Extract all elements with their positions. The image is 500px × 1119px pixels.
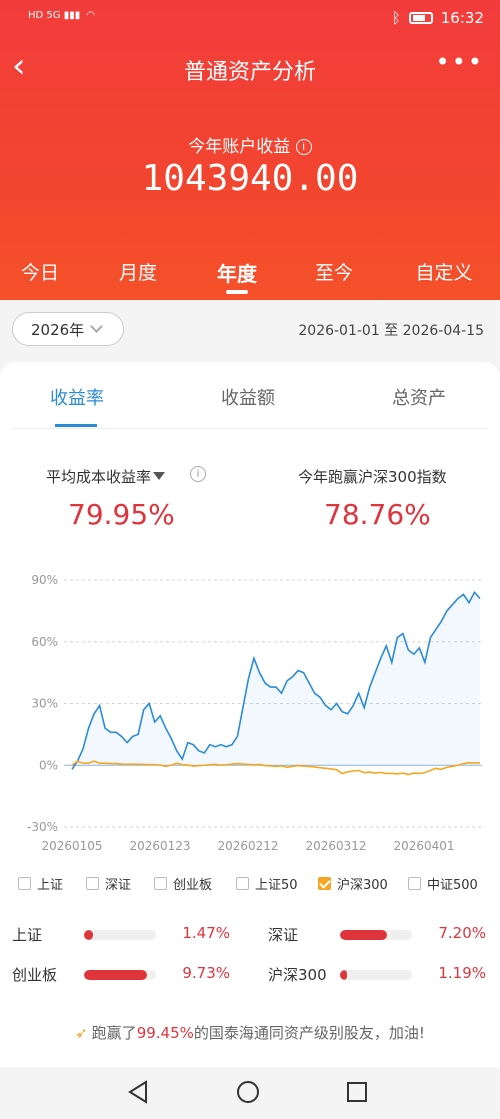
legend-item[interactable]: 深证 [86, 874, 131, 893]
tab-yearly[interactable]: 年度 [217, 258, 257, 287]
progress-fill [84, 930, 93, 940]
chevron-down-icon [90, 320, 104, 333]
checkbox-icon[interactable] [408, 877, 421, 890]
progress-bar [340, 930, 412, 940]
system-nav-bar [0, 1067, 500, 1119]
avg-cost-return-value: 79.95% [68, 498, 175, 531]
metric-tabs: 收益率 收益额 总资产 [0, 376, 500, 430]
more-button[interactable]: ••• [436, 48, 484, 76]
checkbox-icon[interactable] [86, 877, 99, 890]
return-chart: 90% 60% 30% 0% -30% 20260105 20260123 20260212 2… [27, 573, 482, 853]
index-name: 上证 [12, 926, 43, 944]
index-return-value: 7.20% [438, 924, 486, 942]
index-compare-row: 上证 1.47% [12, 924, 232, 946]
avg-cost-return-label[interactable]: 平均成本收益率 [46, 466, 166, 487]
footer-message: ➶ 跑赢了99.45%的国泰海通同资产级别股友，加油! [75, 1024, 425, 1042]
runner-icon: ➶ [75, 1024, 88, 1042]
signal-icon: HD 5G ▮▮▮ [28, 10, 81, 21]
y-tick-label: 30% [31, 697, 58, 711]
progress-bar [84, 970, 156, 980]
status-bar: HD 5G ▮▮▮ ◠ ᛒ 16:32 [0, 0, 500, 38]
bluetooth-icon: ᛒ [391, 9, 401, 27]
chart-legend: 上证 深证 创业板 上证50 沪深300 中证500 [0, 874, 500, 894]
x-tick-label: 20260312 [305, 839, 366, 853]
y-tick-label: 90% [31, 573, 58, 587]
legend-item[interactable]: 沪深300 [318, 874, 388, 893]
tab-return-amount[interactable]: 收益额 [221, 384, 275, 410]
income-value: 1043940.00 [141, 158, 359, 199]
header-banner: HD 5G ▮▮▮ ◠ ᛒ 16:32 ‹ 普通资产分析 ••• 今年账户收益 … [0, 0, 500, 300]
income-label: 今年账户收益 i [0, 132, 500, 157]
tab-monthly[interactable]: 月度 [119, 258, 157, 285]
info-icon[interactable]: i [295, 139, 312, 155]
tab-indicator [226, 290, 248, 294]
index-return-value: 1.47% [182, 924, 230, 942]
status-right: ᛒ 16:32 [392, 9, 484, 27]
dropdown-triangle-icon [153, 472, 166, 480]
home-nav-icon[interactable] [236, 1080, 260, 1104]
analysis-card: 收益率 收益额 总资产 平均成本收益率 i 79.95% 今年跑赢沪深300指数… [0, 362, 500, 1067]
progress-bar [84, 930, 156, 940]
back-nav-icon[interactable] [126, 1080, 150, 1104]
index-return-value: 1.19% [438, 964, 486, 982]
y-tick-label: 60% [31, 635, 58, 649]
legend-item[interactable]: 上证 [18, 874, 63, 893]
tab-today[interactable]: 今日 [21, 258, 59, 285]
checkbox-icon[interactable] [154, 877, 167, 890]
x-tick-label: 20260212 [217, 839, 278, 853]
year-select[interactable]: 2026年 [12, 312, 124, 346]
series-area [72, 592, 480, 770]
legend-label: 深证 [105, 878, 132, 893]
clock: 16:32 [440, 9, 484, 27]
metric-tab-indicator [55, 424, 97, 427]
divider [12, 428, 488, 429]
legend-label: 上证50 [255, 878, 298, 893]
checkbox-icon[interactable] [236, 877, 249, 890]
nav-bar: ‹ 普通资产分析 ••• [0, 42, 500, 92]
info-icon[interactable]: i [190, 466, 206, 482]
date-range: 2026-01-01 至 2026-04-15 [298, 323, 484, 339]
legend-label: 中证500 [427, 878, 478, 893]
index-name: 创业板 [12, 966, 58, 984]
progress-bar [340, 970, 412, 980]
wifi-icon: ◠ [86, 10, 95, 21]
progress-fill [340, 930, 387, 940]
legend-label: 创业板 [173, 878, 213, 893]
recents-nav-icon[interactable] [345, 1080, 369, 1104]
y-tick-label: 0% [39, 758, 58, 772]
x-tick-label: 20260401 [393, 839, 454, 853]
checkbox-icon[interactable] [318, 877, 331, 890]
tab-custom[interactable]: 自定义 [415, 258, 472, 285]
x-tick-label: 20260105 [41, 839, 102, 853]
status-icons: HD 5G ▮▮▮ ◠ [28, 10, 95, 21]
date-row: 2026年 2026-01-01 至 2026-04-15 [0, 300, 500, 360]
x-tick-label: 20260123 [129, 839, 190, 853]
index-return-value: 9.73% [182, 964, 230, 982]
checkbox-icon[interactable] [18, 877, 31, 890]
legend-label: 沪深300 [337, 878, 388, 893]
tab-to-date[interactable]: 至今 [315, 258, 353, 285]
legend-label: 上证 [37, 878, 64, 893]
beat-index-label: 今年跑赢沪深300指数 [298, 468, 447, 486]
period-tabs: 今日 月度 年度 至今 自定义 [0, 258, 500, 294]
index-name: 沪深300 [268, 966, 327, 984]
legend-item[interactable]: 中证500 [408, 874, 478, 893]
page-title: 普通资产分析 [183, 60, 316, 85]
progress-fill [84, 970, 148, 980]
legend-item[interactable]: 创业板 [154, 874, 212, 893]
index-name: 深证 [268, 926, 299, 944]
index-compare-row: 深证 7.20% [268, 924, 488, 946]
beat-index-value: 78.76% [324, 498, 431, 531]
index-compare-row: 沪深300 1.19% [268, 964, 488, 986]
battery-icon [408, 12, 433, 24]
y-tick-label: -30% [27, 820, 58, 834]
tab-return-rate[interactable]: 收益率 [50, 384, 104, 410]
legend-item[interactable]: 上证50 [236, 874, 298, 893]
tab-total-assets[interactable]: 总资产 [392, 384, 446, 410]
progress-fill [340, 970, 348, 980]
index-compare-row: 创业板 9.73% [12, 964, 232, 986]
